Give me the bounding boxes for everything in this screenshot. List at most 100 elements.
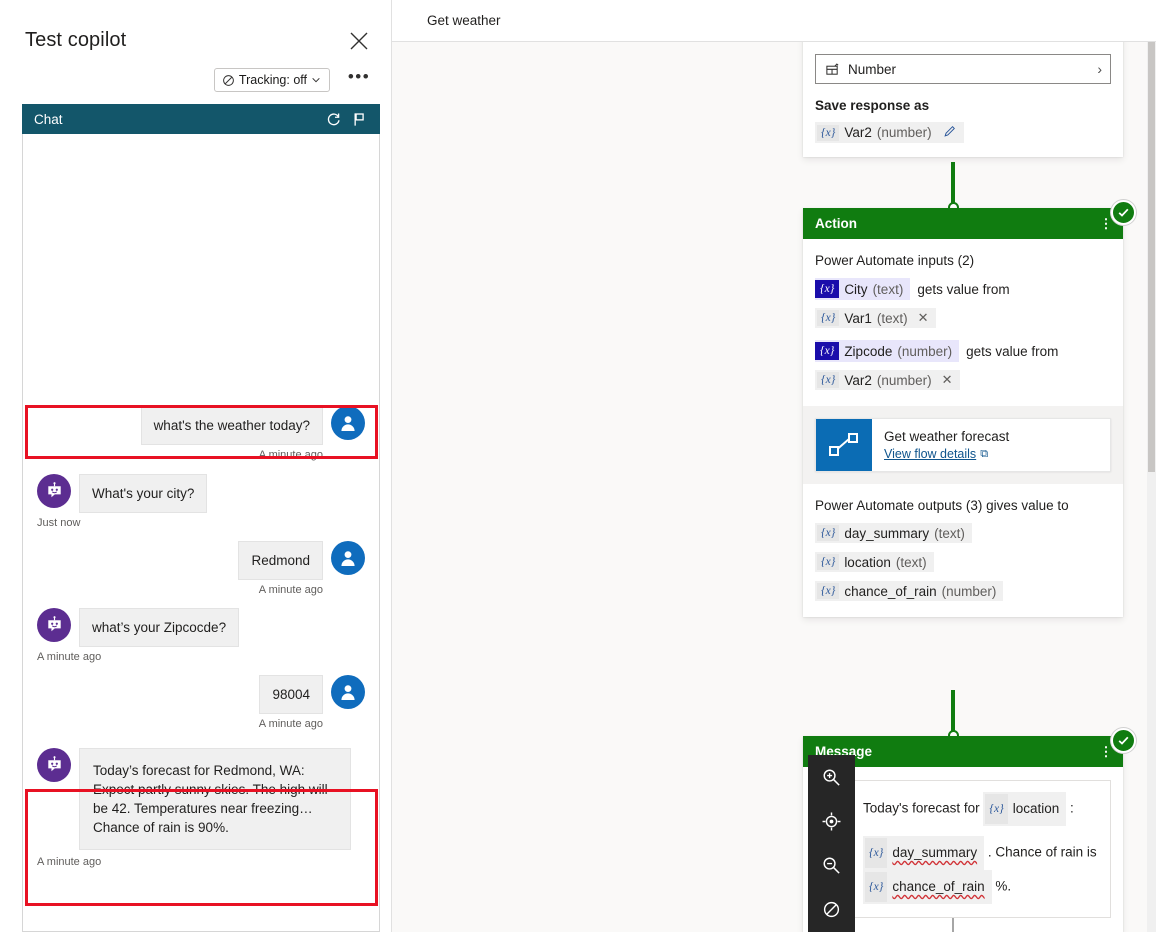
remove-icon[interactable]: ✕ [942,372,953,388]
message-editor[interactable]: Today's forecast for {x} location : {x} da… [850,780,1111,918]
message-var-chance-of-rain[interactable]: {x} chance_of_rain [863,870,992,904]
variable-chip-var2[interactable]: {x} Var2 (number) [815,122,964,143]
variable-token-icon: {x} [985,794,1008,824]
flow-connector-tail [952,918,954,932]
chevron-right-icon[interactable]: › [1097,61,1102,77]
message-var-day-summary[interactable]: {x} day_summary [863,836,985,870]
flow-card-band: Get weather forecast View flow details ⧉ [803,406,1123,484]
chat-transcript: what's the weather today? A minute ago W… [23,134,379,931]
gets-value-from-label: gets value from [966,343,1059,359]
tracking-toggle[interactable]: Tracking: off [213,68,330,92]
action-node[interactable]: Action ⋮ Power Automate inputs (2) {x} C… [803,208,1123,617]
input-value-var2[interactable]: {x} Var2 (number) ✕ [815,370,960,390]
band-notch [955,406,971,414]
topic-title: Get weather [427,13,501,28]
variable-token-icon: {x} [815,342,840,360]
fit-to-screen-icon[interactable] [808,799,855,843]
avatar [331,675,365,709]
message-text-prefix: Today's forecast for [863,800,984,816]
status-badge [1111,728,1136,753]
zoom-out-icon[interactable] [808,843,855,887]
param-type: (text) [872,281,904,297]
variable-name: day_summary [892,845,978,860]
canvas-zoom-toolbar [808,755,855,932]
node-menu-icon[interactable]: ⋮ [1099,745,1113,758]
canvas-body[interactable]: Number › Save response as {x} Var2 (numb… [392,42,1156,932]
chat-message-bot: What's your city? [23,461,379,513]
message-bubble: Today’s forecast for Redmond, WA: Expect… [79,748,351,850]
message-timestamp: Just now [37,517,81,529]
message-bubble: 98004 [259,675,323,714]
chat-header: Chat [22,104,380,134]
variable-type: (text) [876,310,908,326]
power-automate-outputs-label: Power Automate outputs (3) gives value t… [815,498,1069,513]
power-automate-flow-card[interactable]: Get weather forecast View flow details ⧉ [815,418,1111,472]
input-param-zipcode[interactable]: {x} Zipcode (number) [815,340,960,362]
variable-name: Var2 [844,125,872,140]
variable-token-icon: {x} [817,124,840,141]
message-line-1: Today's forecast for {x} location : [863,792,1098,826]
identify-entity-field[interactable]: Number › [815,54,1111,84]
variable-name: location [844,554,891,570]
outputs-notch [955,484,971,492]
pencil-icon[interactable] [943,124,957,141]
avatar [37,474,71,508]
message-line-2: {x} day_summary . Chance of rain is {x} ch… [863,836,1098,904]
question-node[interactable]: Number › Save response as {x} Var2 (numb… [803,42,1123,157]
flag-icon[interactable] [348,108,370,130]
output-chip-chance-of-rain[interactable]: {x} chance_of_rain (number) [815,581,1004,601]
refresh-icon[interactable] [322,108,344,130]
zoom-in-icon[interactable] [808,755,855,799]
close-icon[interactable] [346,28,372,54]
chat-message-bot: Today’s forecast for Redmond, WA: Expect… [23,730,379,850]
avatar [37,608,71,642]
avatar [37,748,71,782]
variable-token-icon: {x} [817,525,840,541]
message-var-location[interactable]: {x} location [983,792,1067,826]
page-title: Test copilot [25,29,127,51]
variable-name: chance_of_rain [844,583,937,599]
variable-token-icon: {x} [817,310,840,326]
chat-header-title: Chat [34,111,63,127]
canvas-scrollbar[interactable] [1147,42,1156,932]
canvas-topbar: Get weather [392,0,1156,42]
message-bubble: what's the weather today? [140,406,323,445]
node-menu-icon[interactable]: ⋮ [1099,217,1113,230]
input-param-city[interactable]: {x} City (text) [815,278,911,300]
output-chip-day-summary[interactable]: {x} day_summary (text) [815,523,972,543]
flow-name: Get weather forecast [884,429,1010,444]
remove-icon[interactable]: ✕ [918,310,929,326]
chat-message-user: Redmond [23,529,379,580]
variable-name: chance_of_rain [892,879,985,894]
variable-type: (number) [876,372,932,388]
param-name: City [844,281,868,297]
identify-entity-value: Number [848,61,897,77]
test-copilot-header: Test copilot [0,0,392,66]
reset-view-icon[interactable] [808,887,855,931]
avatar [331,406,365,440]
variable-type: (number) [941,583,997,599]
scrollbar-thumb[interactable] [1148,42,1155,472]
message-text-end: %. [991,878,1012,894]
chat-message-user: 98004 [23,663,379,714]
variable-name: location [1012,801,1060,816]
more-options-button[interactable]: ••• [346,68,372,92]
chevron-down-icon [312,77,320,83]
message-bubble: What's your city? [79,474,208,513]
gets-value-from-label: gets value from [917,281,1010,297]
param-type: (number) [897,343,953,359]
variable-name: Var2 [844,372,872,388]
tracking-off-icon [223,74,234,86]
chat-message-bot: what’s your Zipcocde? [23,596,379,647]
variable-name: day_summary [844,525,930,541]
message-timestamp: A minute ago [37,856,102,868]
output-chip-location[interactable]: {x} location (text) [815,552,934,572]
status-badge [1111,200,1136,225]
variable-type: (text) [934,525,965,541]
variable-token-icon: {x} [865,872,888,902]
variable-type: (number) [876,125,932,140]
variable-token-icon: {x} [865,838,888,868]
view-flow-details-link[interactable]: View flow details [884,447,976,461]
input-value-var1[interactable]: {x} Var1 (text) ✕ [815,308,936,328]
message-timestamp: A minute ago [37,651,102,663]
